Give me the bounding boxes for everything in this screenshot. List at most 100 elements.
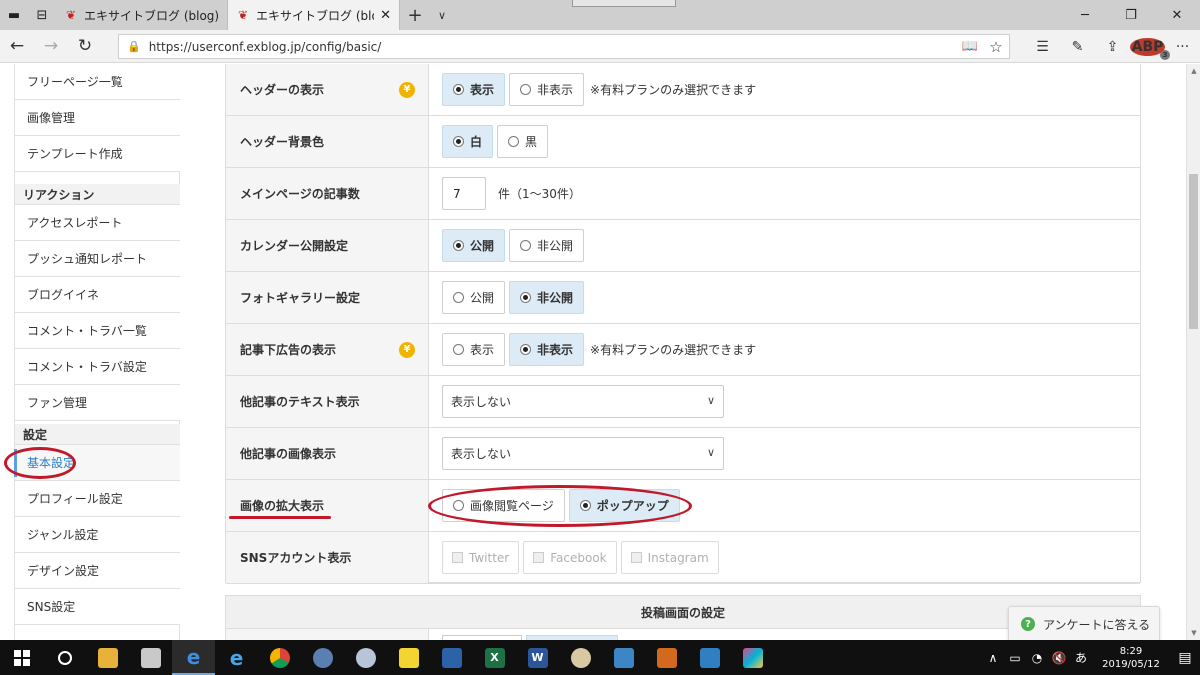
screenshot-tool-icon[interactable] [602,640,645,675]
volume-muted-icon[interactable]: 🔇 [1048,651,1070,665]
sidebar-item-template-create[interactable]: テンプレート作成 [15,136,180,172]
other-image-select[interactable]: 表示しない ∨ [442,437,724,470]
checkbox-twitter[interactable]: Twitter [442,541,520,574]
remote-desktop-icon[interactable] [688,640,731,675]
pen-notes-icon[interactable]: ✎ [1060,39,1095,55]
browser-tab-2[interactable]: ❦ エキサイトブログ (blog)|基本 ✕ [228,0,400,30]
radio-header-hide[interactable]: 非表示 [509,73,585,106]
set-aside-tabs-icon[interactable]: ▬ [0,0,28,30]
restore-icon[interactable]: ❐ [1108,0,1154,30]
sidebar-item-image-management[interactable]: 画像管理 [15,100,180,136]
edge-browser-icon[interactable]: e [172,640,215,675]
radio-zoom-viewer-page[interactable]: 画像閲覧ページ [442,489,565,522]
minimize-icon[interactable]: ─ [1062,0,1108,30]
scroll-down-icon[interactable]: ▼ [1187,626,1200,640]
store-icon[interactable] [129,640,172,675]
file-explorer-icon[interactable] [86,640,129,675]
sidebar-item-sns-settings[interactable]: SNS設定 [15,589,180,625]
internet-explorer-icon[interactable]: e [215,640,258,675]
paint-palette-icon[interactable] [559,640,602,675]
wifi-icon[interactable]: ◔ [1026,651,1048,665]
setting-row-photo-gallery: フォトギャラリー設定 公開 非公開 [226,272,1140,324]
browser-tab-1[interactable]: ❦ エキサイトブログ (blog)|記事編 [56,0,228,30]
favorites-hub-icon[interactable]: ☰ [1025,39,1060,55]
url-text[interactable]: https://userconf.exblog.jp/config/basic/ [149,40,957,54]
tab-preview-icon[interactable]: ⊟ [28,0,56,30]
reading-view-icon[interactable]: 📖 [957,39,983,54]
survey-button[interactable]: ? アンケートに答える [1008,606,1160,640]
page-scrollbar[interactable]: ▲ ▼ [1186,64,1200,640]
sidebar-item-push-report[interactable]: プッシュ通知レポート [15,241,180,277]
radio-bg-black[interactable]: 黒 [497,125,549,158]
scroll-up-icon[interactable]: ▲ [1187,64,1200,78]
sidebar-item-basic-settings[interactable]: 基本設定 [14,445,180,481]
window-drag-handle[interactable] [572,0,676,7]
article-count-input[interactable]: 7 [442,177,486,210]
battery-icon[interactable]: ▭ [1004,651,1026,665]
scroll-thumb[interactable] [1189,174,1198,329]
setting-row-other-text: 他記事のテキスト表示 表示しない ∨ [226,376,1140,428]
sidebar-item-genre-settings[interactable]: ジャンル設定 [15,517,180,553]
setting-label-text: メインページの記事数 [240,187,360,201]
back-arrow-icon[interactable]: ← [0,30,34,63]
chrome-icon[interactable] [258,640,301,675]
radio-ad-hide[interactable]: 非表示 [509,333,585,366]
favorite-star-icon[interactable]: ☆ [983,38,1009,56]
action-center-icon[interactable]: ▤ [1170,650,1200,666]
photo-app-icon[interactable] [430,640,473,675]
sidebar-item-label: SNS設定 [27,600,76,614]
sidebar-item-design-settings[interactable]: デザイン設定 [15,553,180,589]
setting-label-text: ヘッダーの表示 [240,83,325,97]
sidebar-item-access-report[interactable]: アクセスレポート [15,205,180,241]
setting-value: 白 黒 [429,116,1140,167]
tab-list-chevron-icon[interactable]: ∨ [430,0,454,30]
cortana-search-icon[interactable] [43,640,86,675]
sticky-notes-icon[interactable] [387,640,430,675]
windows-start-icon[interactable] [0,640,43,675]
new-tab-button[interactable]: + [400,0,430,30]
radio-gallery-private[interactable]: 非公開 [509,281,585,314]
toolbox-icon[interactable] [645,640,688,675]
checkbox-instagram[interactable]: Instagram [620,541,719,574]
taskbar-clock[interactable]: 8:29 2019/05/12 [1092,645,1170,671]
sidebar-item-label: ジャンル設定 [27,528,99,542]
radio-calendar-public[interactable]: 公開 [442,229,506,262]
sidebar-item-profile-settings[interactable]: プロフィール設定 [15,481,180,517]
radio-gallery-public[interactable]: 公開 [442,281,506,314]
sidebar-item-fan-management[interactable]: ファン管理 [15,385,180,421]
adblock-extension[interactable]: ABP 3 [1130,37,1170,60]
ime-indicator[interactable]: あ [1070,649,1092,666]
checkbox-facebook[interactable]: Facebook [523,541,617,574]
close-tab-icon[interactable]: ✕ [380,8,391,23]
word-icon[interactable]: W [516,640,559,675]
excel-icon[interactable]: X [473,640,516,675]
forward-arrow-icon[interactable]: → [34,30,68,63]
setting-label: カレンダー公開設定 [226,220,429,271]
globe-app-icon[interactable] [301,640,344,675]
address-bar[interactable]: 🔒 https://userconf.exblog.jp/config/basi… [118,34,1010,59]
radio-bg-white[interactable]: 白 [442,125,494,158]
basic-settings-table: ヘッダーの表示 ¥ 表示 非表示 ※有料プランのみ選択できます ヘッダー背景色 白… [225,64,1141,584]
sidebar-item-blog-iine[interactable]: ブログイイネ [15,277,180,313]
setting-value: 表示しない ∨ [429,428,1140,479]
chevron-down-icon: ∨ [706,446,715,459]
paint-app-icon[interactable] [344,640,387,675]
sidebar-item-free-pages[interactable]: フリーページ一覧 [15,64,180,100]
option-label: 非表示 [537,83,574,97]
radio-ad-show[interactable]: 表示 [442,333,506,366]
radio-zoom-popup[interactable]: ポップアップ [568,489,680,522]
radio-calendar-private[interactable]: 非公開 [509,229,585,262]
other-text-select[interactable]: 表示しない ∨ [442,385,724,418]
setting-value: 表示 非表示 ※有料プランのみ選択できます [429,324,1140,375]
tray-chevron-up-icon[interactable]: ∧ [982,651,1004,665]
color-app-icon[interactable] [731,640,774,675]
radio-checked-icon [579,500,591,511]
close-window-icon[interactable]: ✕ [1154,0,1200,30]
sidebar-item-comment-list[interactable]: コメント・トラバ一覧 [15,313,180,349]
share-icon[interactable]: ⇪ [1095,39,1130,55]
article-count-unit: 件（1〜30件） [498,187,581,201]
radio-header-show[interactable]: 表示 [442,73,506,106]
more-menu-icon[interactable]: ··· [1165,39,1200,55]
sidebar-item-comment-settings[interactable]: コメント・トラバ設定 [15,349,180,385]
refresh-icon[interactable]: ↻ [68,30,102,63]
